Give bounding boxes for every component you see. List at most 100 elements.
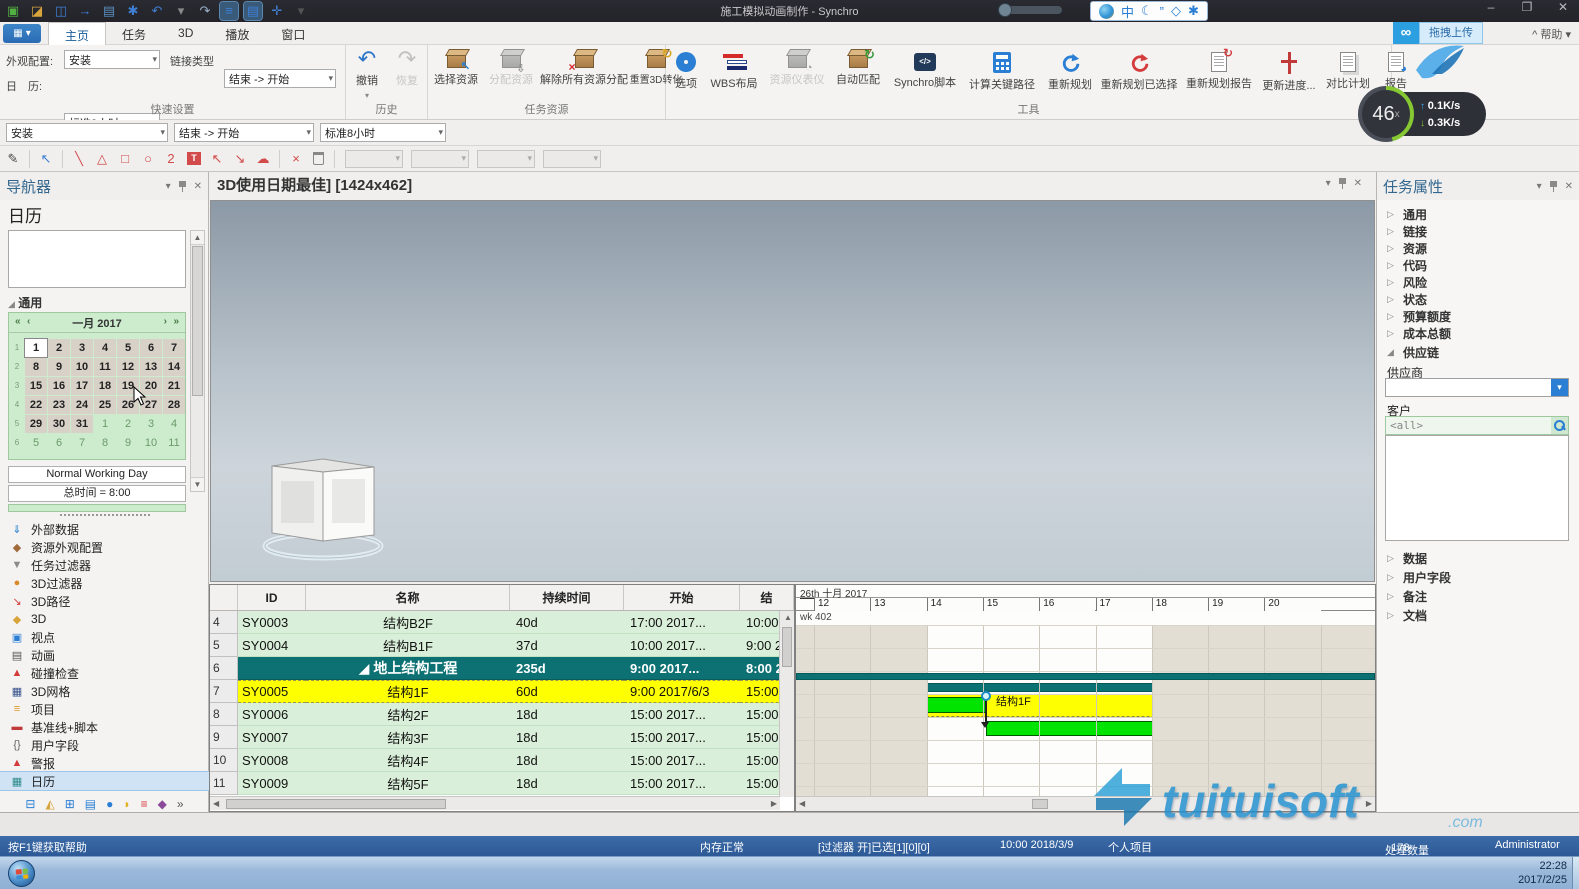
help-link[interactable]: ^ 帮助 ▾ [1532, 26, 1571, 42]
properties-menu-icon[interactable]: ▾ [1537, 181, 1542, 192]
cell-c3[interactable]: 235d [510, 657, 624, 680]
table-row[interactable]: 6◢ 地上结构工程235d9:00 2017...8:00 2 [210, 657, 794, 680]
markup-combo-3[interactable]: ▾ [477, 150, 535, 168]
cell-c0[interactable]: 5 [210, 634, 238, 657]
cell-c4[interactable]: 15:00 2017... [624, 726, 740, 749]
calendar-prev-icon[interactable]: ‹ [27, 316, 30, 327]
cell-c1[interactable]: SY0005 [238, 680, 306, 703]
navigator-item-animation[interactable]: ▤动画 [0, 646, 209, 664]
section-bottom-3[interactable]: ▷文档 [1377, 607, 1579, 624]
calendar-day[interactable]: 30 [48, 415, 70, 433]
calendar-day[interactable]: 6 [140, 339, 162, 357]
curve-tool-icon[interactable]: 2 [164, 151, 178, 166]
gantt-period-label[interactable]: 26th 十月 2017 [796, 585, 1375, 598]
cell-c4[interactable]: 15:00 2017... [624, 772, 740, 795]
calendar-next-icon[interactable]: › [164, 316, 167, 327]
draw-pen-icon[interactable]: ✎ [6, 151, 20, 167]
calendar-day[interactable]: 10 [140, 434, 162, 452]
navigator-item-project[interactable]: ≡项目 [0, 700, 209, 718]
section-1[interactable]: ▷链接 [1377, 223, 1579, 240]
navigator-item-calendar[interactable]: ▦日历 [0, 772, 209, 790]
tab-play[interactable]: 播放 [209, 22, 265, 45]
tab-window[interactable]: 窗口 [265, 22, 321, 45]
select-cursor-icon[interactable]: ↖ [39, 151, 53, 167]
text-tool-icon[interactable]: T [187, 152, 201, 165]
cell-c3[interactable]: 18d [510, 726, 624, 749]
netdisk-cloud-icon[interactable]: ∞ [1393, 22, 1419, 44]
ime-toolbar[interactable]: 中 ☾ ” ◇ ✱ [1090, 1, 1208, 21]
calendar-listbox[interactable] [8, 230, 186, 288]
markup-combo-2[interactable]: ▾ [411, 150, 469, 168]
arrow-tool-icon[interactable]: ↖ [210, 151, 224, 167]
minimize-button[interactable]: – [1481, 0, 1501, 14]
tab-task[interactable]: 任务 [106, 22, 162, 45]
calendar-day[interactable]: 11 [163, 434, 185, 452]
cloud-tool-icon[interactable]: ☁ [256, 151, 270, 167]
calendar-day[interactable]: 7 [163, 339, 185, 357]
calendar-day[interactable]: 9 [48, 358, 70, 376]
outline-view-icon[interactable]: ⊟ [25, 797, 35, 811]
cell-c0[interactable]: 11 [210, 772, 238, 795]
calendar-day[interactable]: 3 [71, 339, 93, 357]
tab-home[interactable]: 主页 [48, 22, 106, 45]
calendar-day[interactable]: 4 [163, 415, 185, 433]
task-link-handle[interactable] [981, 691, 991, 701]
calendar-day[interactable]: 9 [117, 434, 139, 452]
circle-tool-icon[interactable]: ○ [141, 151, 155, 166]
calendar-day[interactable]: 22 [25, 396, 47, 414]
cell-c1[interactable]: SY0008 [238, 749, 306, 772]
rect-tool-icon[interactable]: □ [118, 151, 132, 166]
update-progress-button[interactable]: 更新进度... [1260, 45, 1318, 105]
resource-gauge-button[interactable]: ◔ 资源仪表仪 [766, 45, 828, 105]
calendar-day[interactable]: 24 [71, 396, 93, 414]
pin-icon[interactable] [179, 181, 186, 192]
table-hscrollbar[interactable]: ◀ ▶ [210, 796, 780, 810]
customer-filter-value[interactable]: <all> [1386, 419, 1551, 432]
panel-splitter[interactable] [60, 514, 150, 516]
navigator-item-grid3d[interactable]: ▦3D网格 [0, 682, 209, 700]
cell-c2[interactable]: 结构B2F [306, 611, 510, 634]
undo-button[interactable]: ↶ 撤销▾ [348, 45, 386, 105]
calendar-day[interactable]: 2 [117, 415, 139, 433]
select-resource-button[interactable]: ↖ 选择资源 [428, 45, 484, 105]
cell-c4[interactable]: 15:00 2017... [624, 703, 740, 726]
ime-skin-icon[interactable]: ◇ [1171, 3, 1181, 19]
calendar-day[interactable]: 17 [71, 377, 93, 395]
markup-combo-1[interactable]: ▾ [345, 150, 403, 168]
calendar-day[interactable]: 3 [140, 415, 162, 433]
calendar-combo-2[interactable]: 标准8小时▾ [320, 123, 446, 142]
calendar-day[interactable]: 28 [163, 396, 185, 414]
calendar-first-icon[interactable]: « [15, 316, 21, 327]
ime-settings-icon[interactable]: ✱ [1188, 3, 1199, 19]
view-cube[interactable] [259, 449, 389, 564]
navigator-item-baseline[interactable]: ▬基准线+脚本 [0, 718, 209, 736]
appearance-combo-2[interactable]: 安装▾ [6, 123, 168, 142]
replan-selected-button[interactable]: 重新规划已选择 [1100, 45, 1178, 105]
navigator-item-filter3d[interactable]: ●3D过滤器 [0, 574, 209, 592]
ime-moon-icon[interactable]: ☾ [1141, 3, 1153, 19]
navigator-item-filter[interactable]: ▼任务过滤器 [0, 556, 209, 574]
drag-upload-overlay[interactable]: ∞ 拖拽上传 [1393, 22, 1483, 44]
calendar-day[interactable]: 2 [48, 339, 70, 357]
link-type-combo-2[interactable]: 结束 -> 开始▾ [174, 123, 314, 142]
col-name[interactable]: 名称 [306, 585, 510, 610]
redo-button[interactable]: ↷ 恢复 [388, 45, 426, 105]
cell-c1[interactable]: SY0006 [238, 703, 306, 726]
navigator-scrollbar[interactable]: ▲ ▼ [190, 230, 205, 492]
cell-c3[interactable]: 37d [510, 634, 624, 657]
cell-c4[interactable]: 10:00 2017... [624, 634, 740, 657]
delete-markup-icon[interactable]: × [289, 151, 303, 166]
navigator-item-resource[interactable]: ◆资源外观配置 [0, 538, 209, 556]
table-row[interactable]: 11SY0009结构5F18d15:00 2017...15:00 2 [210, 772, 794, 795]
navigator-item-path3d[interactable]: ↘3D路径 [0, 592, 209, 610]
calendar-day[interactable]: 21 [163, 377, 185, 395]
replan-report-button[interactable]: ↻ 重新规划报告 [1180, 45, 1258, 105]
section-3[interactable]: ▷代码 [1377, 257, 1579, 274]
properties-close-icon[interactable]: ✕ [1565, 181, 1573, 192]
cell-c0[interactable]: 4 [210, 611, 238, 634]
calendar-day[interactable]: 16 [48, 377, 70, 395]
search-icon[interactable] [1551, 417, 1568, 434]
col-duration[interactable]: 持续时间 [510, 585, 624, 610]
remove-all-resources-button[interactable]: × 解除所有资源分配 [538, 45, 630, 105]
calendar-day[interactable]: 8 [25, 358, 47, 376]
